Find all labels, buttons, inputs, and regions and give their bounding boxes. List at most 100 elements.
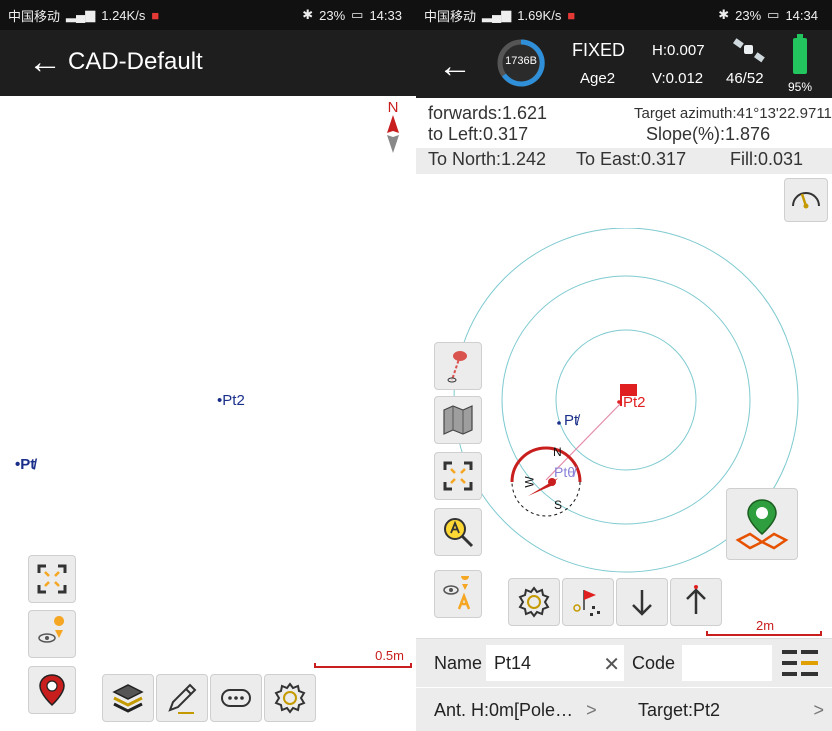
solution-status: FIXED bbox=[572, 40, 626, 60]
antenna-height-item[interactable]: Ant. H:0m[Pole… > bbox=[434, 700, 597, 721]
more-button[interactable] bbox=[210, 674, 262, 722]
eye-location-icon bbox=[38, 616, 65, 643]
map-icon bbox=[443, 405, 473, 435]
data-counter-ring: 1736B bbox=[496, 38, 546, 88]
compass-south-label: S bbox=[554, 498, 563, 512]
map-point-pt[interactable]: •Pt̸ bbox=[15, 456, 35, 473]
pt-other-dot bbox=[557, 421, 561, 425]
stakeout-screen: 中国移动 ▂▄▆ 1.69K/s ■ ✱ 23% ▭ 14:34 ← 1736B… bbox=[416, 0, 832, 731]
code-field[interactable] bbox=[682, 645, 772, 681]
notification-icons: ■ bbox=[151, 7, 160, 23]
gnss-status-bar: ← 1736B FIXED Age2 H:0.007 V:0.012 46/52… bbox=[416, 30, 832, 98]
name-field[interactable]: Pt14 ✕ bbox=[486, 645, 624, 681]
zoom-extent-button[interactable] bbox=[28, 555, 76, 603]
location-pin-icon bbox=[39, 674, 65, 707]
to-east-value: To East:0.317 bbox=[576, 149, 687, 169]
flag-points-icon bbox=[573, 590, 600, 616]
target-item[interactable]: Target:Pt2 > bbox=[638, 700, 824, 721]
status-bar: 中国移动 ▂▄▆ 1.69K/s ■ ✱ 23% ▭ 14:34 bbox=[416, 0, 832, 30]
bluetooth-icon: ✱ bbox=[718, 7, 730, 22]
scale-label: 0.5m bbox=[375, 648, 404, 663]
satellite-count: 46/52 bbox=[726, 70, 764, 87]
map-point-pt[interactable]: Pt̸ bbox=[564, 412, 578, 429]
settings-button[interactable] bbox=[508, 578, 560, 626]
carrier-text: 中国移动 bbox=[424, 8, 477, 24]
layers-button[interactable] bbox=[102, 674, 154, 722]
satellite-icon bbox=[733, 38, 765, 63]
gear-icon bbox=[274, 682, 306, 714]
name-label: Name bbox=[434, 653, 483, 673]
settings-button[interactable] bbox=[264, 674, 316, 722]
arrow-down-icon bbox=[632, 590, 652, 616]
layers-icon bbox=[112, 684, 144, 713]
auto-zoom-button[interactable] bbox=[434, 508, 482, 556]
battery-icon: ▭ bbox=[767, 7, 780, 22]
vertical-accuracy: V:0.012 bbox=[652, 70, 704, 87]
compass-west-label: W bbox=[522, 476, 537, 488]
clock: 14:34 bbox=[785, 7, 818, 23]
chevron-right-icon: > bbox=[813, 700, 824, 720]
status-bar: 中国移动 ▂▄▆ 1.24K/s ■ ✱ 23% ▭ 14:33 bbox=[0, 0, 416, 30]
slope-value: Slope(%):1.876 bbox=[646, 124, 771, 144]
magnifier-a-icon bbox=[444, 518, 474, 548]
battery-percent: 23% bbox=[319, 7, 346, 23]
point-label: Pt̸ bbox=[20, 456, 36, 473]
cad-default-screen: 中国移动 ▂▄▆ 1.24K/s ■ ✱ 23% ▭ 14:33 ← CAD-D… bbox=[0, 0, 416, 731]
north-arrow-icon bbox=[387, 115, 399, 153]
battery-icon: ▭ bbox=[351, 7, 364, 22]
pole-stakeout-button[interactable] bbox=[434, 342, 482, 390]
data-counter: 1736B bbox=[505, 55, 537, 67]
bluetooth-icon: ✱ bbox=[302, 7, 314, 22]
network-speed: 1.69K/s bbox=[517, 7, 562, 23]
antenna-height-value: Ant. H:0m[Pole… bbox=[434, 700, 574, 720]
scale-line bbox=[314, 663, 412, 668]
notification-icons: ■ bbox=[567, 7, 576, 23]
locate-view-button[interactable] bbox=[28, 610, 76, 658]
map-point-pt2[interactable]: •Pt2 bbox=[217, 392, 245, 409]
locate-target-button[interactable] bbox=[434, 570, 482, 618]
to-north-value: To North:1.242 bbox=[428, 149, 547, 169]
pencil-icon bbox=[168, 683, 197, 714]
zoom-extent-icon bbox=[443, 461, 473, 491]
clear-icon[interactable]: ✕ bbox=[603, 652, 620, 677]
code-list-icon[interactable] bbox=[780, 647, 820, 679]
fill-value: Fill:0.031 bbox=[730, 149, 804, 169]
zoom-extent-icon bbox=[37, 564, 67, 594]
survey-pole-icon bbox=[447, 351, 467, 383]
draw-button[interactable] bbox=[156, 674, 208, 722]
map-button[interactable] bbox=[434, 396, 482, 444]
differential-age: Age2 bbox=[580, 70, 616, 87]
signal-icon: ▂▄▆ bbox=[66, 7, 96, 22]
antenna-target-row: Ant. H:0m[Pole… > Target:Pt2 > bbox=[416, 688, 832, 731]
store-point-button[interactable] bbox=[726, 488, 798, 560]
chevron-right-icon: > bbox=[586, 700, 597, 720]
signal-icon: ▂▄▆ bbox=[482, 7, 512, 22]
current-location-button[interactable] bbox=[28, 666, 76, 714]
back-arrow-icon[interactable]: ← bbox=[438, 48, 472, 84]
forwards-value: forwards:1.621 bbox=[428, 103, 548, 123]
scale-bar: 0.5m bbox=[314, 648, 412, 668]
receiver-battery: 95% bbox=[788, 80, 813, 94]
compass-north-label: N bbox=[553, 445, 562, 459]
stake-point-list-button[interactable] bbox=[562, 578, 614, 626]
map-point-pt2[interactable]: Pt2 bbox=[623, 394, 646, 411]
battery-percent: 23% bbox=[735, 7, 762, 23]
next-point-button[interactable] bbox=[616, 578, 668, 626]
page-title: CAD-Default bbox=[68, 48, 203, 75]
more-icon bbox=[221, 689, 251, 707]
arrow-up-icon bbox=[686, 585, 706, 614]
point-label: Pt2 bbox=[222, 392, 245, 409]
current-point-label: Ptθ̸ bbox=[554, 464, 576, 480]
zoom-extent-button[interactable] bbox=[434, 452, 482, 500]
stakeout-info-panel: forwards:1.621 Target azimuth:41°13'22.9… bbox=[416, 100, 832, 176]
gauge-button[interactable] bbox=[784, 178, 828, 222]
clock: 14:33 bbox=[369, 7, 402, 23]
scale-line bbox=[706, 631, 822, 636]
target-value: Target:Pt2 bbox=[638, 700, 721, 720]
to-left-value: to Left:0.317 bbox=[428, 124, 529, 144]
gear-icon bbox=[518, 586, 550, 618]
pt-target-dot bbox=[617, 400, 621, 404]
app-bar: ← CAD-Default bbox=[0, 30, 416, 96]
back-arrow-icon[interactable]: ← bbox=[28, 44, 62, 80]
horizontal-accuracy: H:0.007 bbox=[652, 42, 705, 59]
